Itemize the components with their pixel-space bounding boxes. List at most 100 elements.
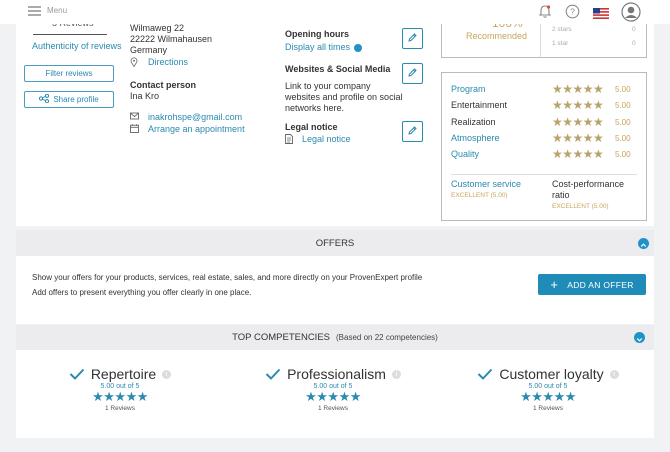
filter-reviews-button[interactable]: Filter reviews	[24, 65, 114, 82]
star-rating: ★★★★★	[552, 82, 604, 96]
ratings-box: Program ★★★★★ 5.00 Entertainment ★★★★★ 5.00 Re…	[441, 72, 647, 221]
share-profile-label: Share profile	[53, 95, 99, 104]
location-pin-icon	[130, 57, 138, 70]
rating-row-label: 1 star	[552, 40, 569, 47]
menu-label: Menu	[47, 6, 68, 15]
display-times-label: Display all times	[285, 42, 351, 52]
pencil-icon	[407, 123, 418, 141]
rating-row: Realization ★★★★★ 5.00	[442, 116, 646, 130]
directions-label: Directions	[148, 57, 189, 67]
contact-name: Ina Kro	[130, 91, 160, 101]
cost-performance-score: EXCELLENT (5.00)	[552, 203, 609, 210]
offers-description-1: Show your offers for your products, serv…	[32, 273, 423, 282]
star-rating: ★★★★★	[552, 114, 604, 129]
calendar-icon	[130, 124, 139, 136]
info-icon[interactable]: i	[162, 369, 172, 379]
info-dot-icon	[354, 43, 363, 52]
share-profile-button[interactable]: Share profile	[24, 91, 114, 108]
top-bar: Menu ?	[0, 0, 670, 24]
customer-service-score: EXCELLENT (5.00)	[451, 192, 508, 199]
rating-value: 5.00	[615, 85, 631, 94]
rating-row: Program ★★★★★ 5.00	[442, 83, 646, 97]
envelope-icon	[130, 112, 139, 123]
display-times-link[interactable]: Display all times	[285, 42, 363, 53]
competency-reviews: 1 Reviews	[533, 405, 563, 412]
rating-row: Entertainment ★★★★★ 5.00	[442, 99, 646, 113]
filter-reviews-label: Filter reviews	[45, 69, 93, 78]
edit-websites-button[interactable]	[402, 63, 423, 84]
competency-name: Customer loyalty	[499, 366, 604, 382]
rating-label: Quality	[451, 149, 480, 160]
info-icon[interactable]: i	[609, 369, 619, 379]
document-icon	[285, 134, 293, 147]
appointment-link[interactable]: Arrange an appointment	[130, 124, 245, 136]
cost-performance-label: Cost-performance	[552, 179, 625, 189]
bell-icon[interactable]	[538, 4, 552, 24]
contact-heading: Contact person	[130, 80, 197, 90]
pencil-icon	[407, 65, 418, 83]
edit-opening-hours-button[interactable]	[402, 28, 423, 49]
edit-legal-notice-button[interactable]	[402, 121, 423, 142]
add-offer-label: ADD AN OFFER	[567, 279, 634, 290]
rating-value: 5.00	[615, 133, 631, 143]
avatar-icon[interactable]	[621, 2, 641, 27]
star-rating: ★★★★★	[92, 389, 148, 404]
hamburger-icon	[28, 6, 41, 16]
email-label: inakrohspe@gmail.com	[148, 112, 243, 122]
rating-value: 5.00	[615, 117, 631, 127]
websites-heading: Websites & Social Media	[285, 64, 391, 74]
svg-text:?: ?	[570, 7, 575, 17]
competency-card: Repertoire i 5.00 out of 5 ★★★★★ 1 Revie…	[45, 366, 195, 412]
authenticity-link[interactable]: Authenticity of reviews	[32, 41, 122, 52]
rating-row-count: 0	[632, 40, 636, 47]
recommend-label: Recommended	[466, 31, 528, 41]
collapse-offers-button[interactable]	[638, 238, 649, 249]
websites-text-2: websites and profile on social	[285, 92, 403, 102]
divider	[33, 34, 107, 35]
competencies-heading: TOP COMPETENCIES	[232, 332, 330, 343]
rating-label: Realization	[451, 116, 496, 127]
offers-heading: OFFERS	[315, 237, 355, 249]
checkmark-icon	[69, 368, 85, 380]
offers-header[interactable]: OFFERS	[16, 230, 654, 256]
checkmark-icon	[478, 368, 493, 380]
email-link[interactable]: inakrohspe@gmail.com	[130, 112, 242, 123]
plus-icon: +	[550, 276, 559, 292]
competencies-sub: (Based on 22 competencies)	[336, 333, 438, 342]
info-icon[interactable]: i	[391, 369, 401, 379]
add-offer-button[interactable]: + ADD AN OFFER	[538, 274, 646, 295]
rating-row-label: 2 stars	[552, 26, 572, 33]
rating-label: Entertainment	[451, 100, 508, 111]
star-rating: ★★★★★	[552, 98, 604, 113]
legal-notice-link[interactable]: Legal notice	[285, 134, 351, 147]
help-icon[interactable]: ?	[565, 4, 580, 24]
rating-label: Atmosphere	[451, 132, 500, 143]
expand-competencies-button[interactable]	[634, 332, 645, 343]
appointment-label: Arrange an appointment	[148, 124, 245, 134]
cost-performance-label-2: ratio	[552, 190, 570, 200]
customer-service-label: Customer service	[451, 179, 522, 189]
divider	[451, 174, 637, 175]
competencies-header[interactable]: TOP COMPETENCIES (Based on 22 competenci…	[16, 325, 654, 350]
share-icon	[39, 93, 50, 105]
directions-link[interactable]: Directions	[130, 57, 188, 70]
us-flag-icon[interactable]	[593, 6, 609, 24]
legal-heading: Legal notice	[285, 122, 338, 132]
legal-notice-label: Legal notice	[302, 134, 351, 144]
competency-card: Professionalism i 5.00 out of 5 ★★★★★ 1 …	[258, 366, 408, 412]
offers-description-2: Add offers to present everything you off…	[32, 288, 252, 297]
competency-name: Professionalism	[287, 366, 386, 382]
rating-row: Atmosphere ★★★★★ 5.00	[442, 132, 646, 146]
star-rating: ★★★★★	[552, 130, 604, 145]
websites-text-1: Link to your company	[285, 81, 371, 91]
competency-reviews: 1 Reviews	[105, 405, 135, 412]
menu-button[interactable]: Menu	[28, 6, 68, 16]
address-country: Germany	[130, 45, 168, 55]
opening-hours-heading: Opening hours	[285, 29, 349, 39]
star-rating: ★★★★★	[552, 147, 604, 162]
competency-name: Repertoire	[90, 366, 157, 382]
rating-value: 5.00	[615, 150, 631, 160]
star-rating: ★★★★★	[520, 389, 576, 404]
rating-value: 5.00	[615, 101, 631, 111]
address-street: Wilmaweg 22	[130, 23, 185, 33]
